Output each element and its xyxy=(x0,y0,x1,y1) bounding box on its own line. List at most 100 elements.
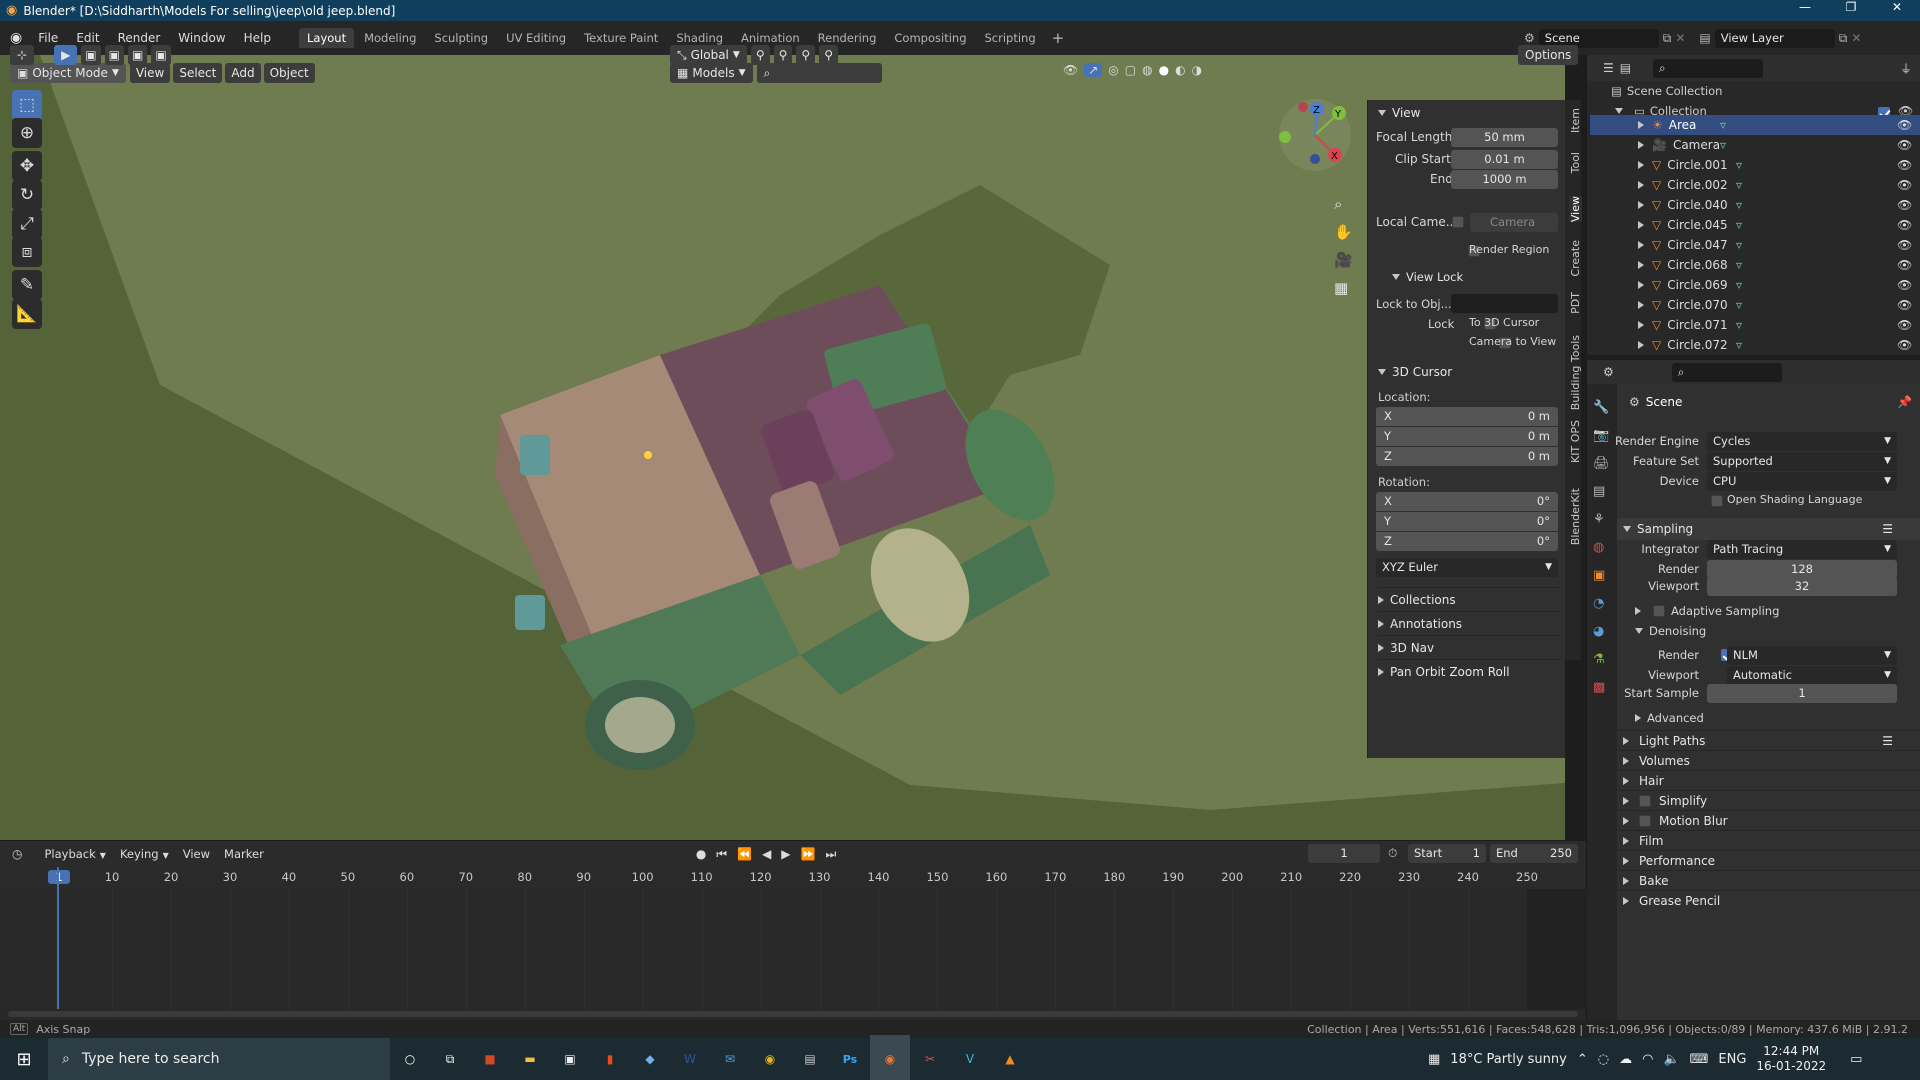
cortana-icon[interactable]: ○ xyxy=(390,1035,430,1080)
wireframe-shading-icon[interactable]: ◍ xyxy=(1142,63,1152,77)
menu-render[interactable]: Render xyxy=(110,31,169,45)
ortho-grid-icon[interactable]: ▦ xyxy=(1334,279,1353,297)
eye-icon[interactable]: 👁 xyxy=(1897,318,1912,332)
pin-icon[interactable]: 📌 xyxy=(1897,395,1912,409)
menu-edit[interactable]: Edit xyxy=(68,31,107,45)
workspace-tab-layout[interactable]: Layout xyxy=(298,28,355,48)
viewport-3d[interactable]: ▣ Object Mode ▼ View Select Add Object ▦ Mo… xyxy=(0,55,1565,840)
cursor-tool-icon[interactable]: ⊕ xyxy=(12,118,42,148)
sticky-icon[interactable]: ▤ xyxy=(790,1035,830,1080)
properties-editor-icon[interactable]: ⚙ xyxy=(1603,365,1614,379)
file-explorer-icon[interactable]: ▬ xyxy=(510,1035,550,1080)
viewport-menu-select[interactable]: Select xyxy=(173,63,223,83)
select-mode-icon[interactable]: ▶ xyxy=(54,45,78,65)
new-view-layer-icon[interactable]: ⧉ xyxy=(1839,31,1848,46)
select-new-icon[interactable]: ▣ xyxy=(81,45,101,65)
denoise-render-dropdown[interactable]: NLM ▼ xyxy=(1727,646,1897,665)
loc-y-field[interactable]: Y 0 m xyxy=(1376,427,1558,446)
outliner-row-circle-070[interactable]: ▽ Circle.070 ▿ 👁 xyxy=(1590,295,1920,315)
adaptive-sampling-subpanel[interactable]: Adaptive Sampling xyxy=(1635,604,1779,618)
viewport-search-input[interactable]: ⌕ xyxy=(756,63,882,83)
select-box-tool-icon[interactable]: ⬚ xyxy=(12,90,42,120)
jump-keyframe-back-icon[interactable]: ⏪ xyxy=(737,847,752,861)
properties-panel-hair[interactable]: Hair xyxy=(1617,770,1920,790)
powerpoint-icon[interactable]: ■ xyxy=(470,1035,510,1080)
workspace-tab-compositing[interactable]: Compositing xyxy=(886,28,974,48)
vlc-icon[interactable]: ▲ xyxy=(990,1035,1030,1080)
gizmo-toggle-icon[interactable]: ↗ xyxy=(1084,63,1103,77)
end-frame-field[interactable]: End 250 xyxy=(1490,844,1578,863)
close-button[interactable]: ✕ xyxy=(1874,0,1920,21)
loc-z-field[interactable]: Z 0 m xyxy=(1376,447,1558,466)
object-mode-dropdown[interactable]: ▣ Object Mode ▼ xyxy=(10,63,126,83)
3d-cursor-header[interactable]: 3D Cursor xyxy=(1378,365,1452,379)
eye-icon[interactable]: 👁 xyxy=(1897,298,1912,312)
rot-y-field[interactable]: Y 0° xyxy=(1376,512,1558,531)
eye-icon[interactable]: 👁 xyxy=(1897,218,1912,232)
current-frame-field[interactable]: 1 xyxy=(1308,844,1380,863)
eye-icon[interactable]: 👁 xyxy=(1897,338,1912,352)
viewport-menu-object[interactable]: Object xyxy=(263,63,315,83)
npanel-tab-pdt[interactable]: PDT xyxy=(1569,292,1582,314)
rot-z-field[interactable]: Z 0° xyxy=(1376,532,1558,551)
chrome-icon[interactable]: ◉ xyxy=(750,1035,790,1080)
modifier-tab-icon[interactable]: ◔ xyxy=(1593,596,1610,611)
eye-icon[interactable]: 👁 xyxy=(1897,278,1912,292)
delete-scene-icon[interactable]: ✕ xyxy=(1675,31,1685,45)
properties-start-sample-field[interactable]: 1 xyxy=(1707,684,1897,703)
taskbar-search-box[interactable]: ⌕ Type here to search xyxy=(48,1038,390,1080)
mesh-data-icon[interactable]: ▿ xyxy=(1736,178,1742,192)
eye-icon[interactable]: 👁 xyxy=(1897,198,1912,212)
start-frame-field[interactable]: Start 1 xyxy=(1408,844,1486,863)
jump-start-icon[interactable]: ⏮ xyxy=(716,847,727,862)
clip-start-field[interactable]: 0.01 m xyxy=(1451,150,1558,169)
navigation-gizmo-icon[interactable]: Y Z X xyxy=(1275,95,1355,175)
npanel-tab-create[interactable]: Create xyxy=(1569,240,1582,277)
collection-filter-dropdown[interactable]: ▦ Models ▼ xyxy=(670,63,753,83)
weather-icon[interactable]: ▦ xyxy=(1428,1052,1440,1067)
menu-help[interactable]: Help xyxy=(236,31,279,45)
eye-icon[interactable]: 👁 xyxy=(1897,178,1912,192)
view-layer-field[interactable]: View Layer xyxy=(1714,28,1835,48)
adaptive-sampling-checkbox[interactable] xyxy=(1653,605,1665,617)
mesh-data-icon[interactable]: ▿ xyxy=(1736,338,1742,352)
outliner-row-circle-001[interactable]: ▽ Circle.001 ▿ 👁 xyxy=(1590,155,1920,175)
workspace-tab-uv-editing[interactable]: UV Editing xyxy=(498,28,574,48)
workspace-tab-modeling[interactable]: Modeling xyxy=(356,28,424,48)
select-subtract-icon[interactable]: ▣ xyxy=(127,45,148,65)
advanced-subpanel[interactable]: Advanced xyxy=(1635,711,1704,725)
npanel-tab-item[interactable]: Item xyxy=(1569,108,1582,133)
app2-icon[interactable]: ✂ xyxy=(910,1035,950,1080)
object-data-icon[interactable]: ▿ xyxy=(1720,118,1726,132)
properties-panel-motion-blur[interactable]: Motion Blur xyxy=(1617,810,1920,830)
mail-icon[interactable]: ✉ xyxy=(710,1035,750,1080)
language-indicator[interactable]: ENG xyxy=(1718,1052,1746,1067)
rotation-mode-dropdown[interactable]: XYZ Euler ▼ xyxy=(1376,558,1558,577)
preset-list-icon[interactable]: ☰ xyxy=(1882,522,1893,536)
viewport-menu-view[interactable]: View xyxy=(129,63,171,83)
properties-render-engine-dropdown[interactable]: Cycles ▼ xyxy=(1707,432,1897,451)
viewport-menu-add[interactable]: Add xyxy=(225,63,261,83)
chevron-up-icon[interactable]: ⌃ xyxy=(1577,1052,1588,1067)
blender-taskbar-icon[interactable]: ◉ xyxy=(870,1035,910,1080)
eye-icon[interactable]: 👁 xyxy=(1897,118,1912,132)
view-lock-header[interactable]: View Lock xyxy=(1392,270,1463,284)
falloff-icon[interactable]: ⚲ xyxy=(819,45,838,65)
play-reverse-icon[interactable]: ◀ xyxy=(762,847,771,861)
select-intersect-icon[interactable]: ▣ xyxy=(151,45,171,65)
pivot-icon[interactable]: ⚲ xyxy=(750,45,770,65)
overlay-icon[interactable]: ◎ xyxy=(1108,63,1118,77)
windows-start-icon[interactable]: ⊞ xyxy=(0,1035,48,1080)
keyboard-icon[interactable]: ⌨ xyxy=(1690,1052,1709,1067)
jump-keyframe-forward-icon[interactable]: ⏩ xyxy=(801,847,816,861)
select-extend-icon[interactable]: ▣ xyxy=(104,45,124,65)
zoom-icon[interactable]: ⌕ xyxy=(1334,195,1353,213)
vivaldi-icon[interactable]: V xyxy=(950,1035,990,1080)
mesh-data-icon[interactable]: ▿ xyxy=(1736,318,1742,332)
transform-orientation-dropdown[interactable]: ⤡ Global ▼ xyxy=(670,45,747,65)
properties-feature-set-dropdown[interactable]: Supported ▼ xyxy=(1707,452,1897,471)
solid-shading-icon[interactable]: ● xyxy=(1159,63,1169,77)
outliner-row-circle-072[interactable]: ▽ Circle.072 ▿ 👁 xyxy=(1590,335,1920,355)
properties-panel-grease-pencil[interactable]: Grease Pencil xyxy=(1617,890,1920,910)
outliner-editor-icon[interactable]: ☰ xyxy=(1603,61,1614,75)
